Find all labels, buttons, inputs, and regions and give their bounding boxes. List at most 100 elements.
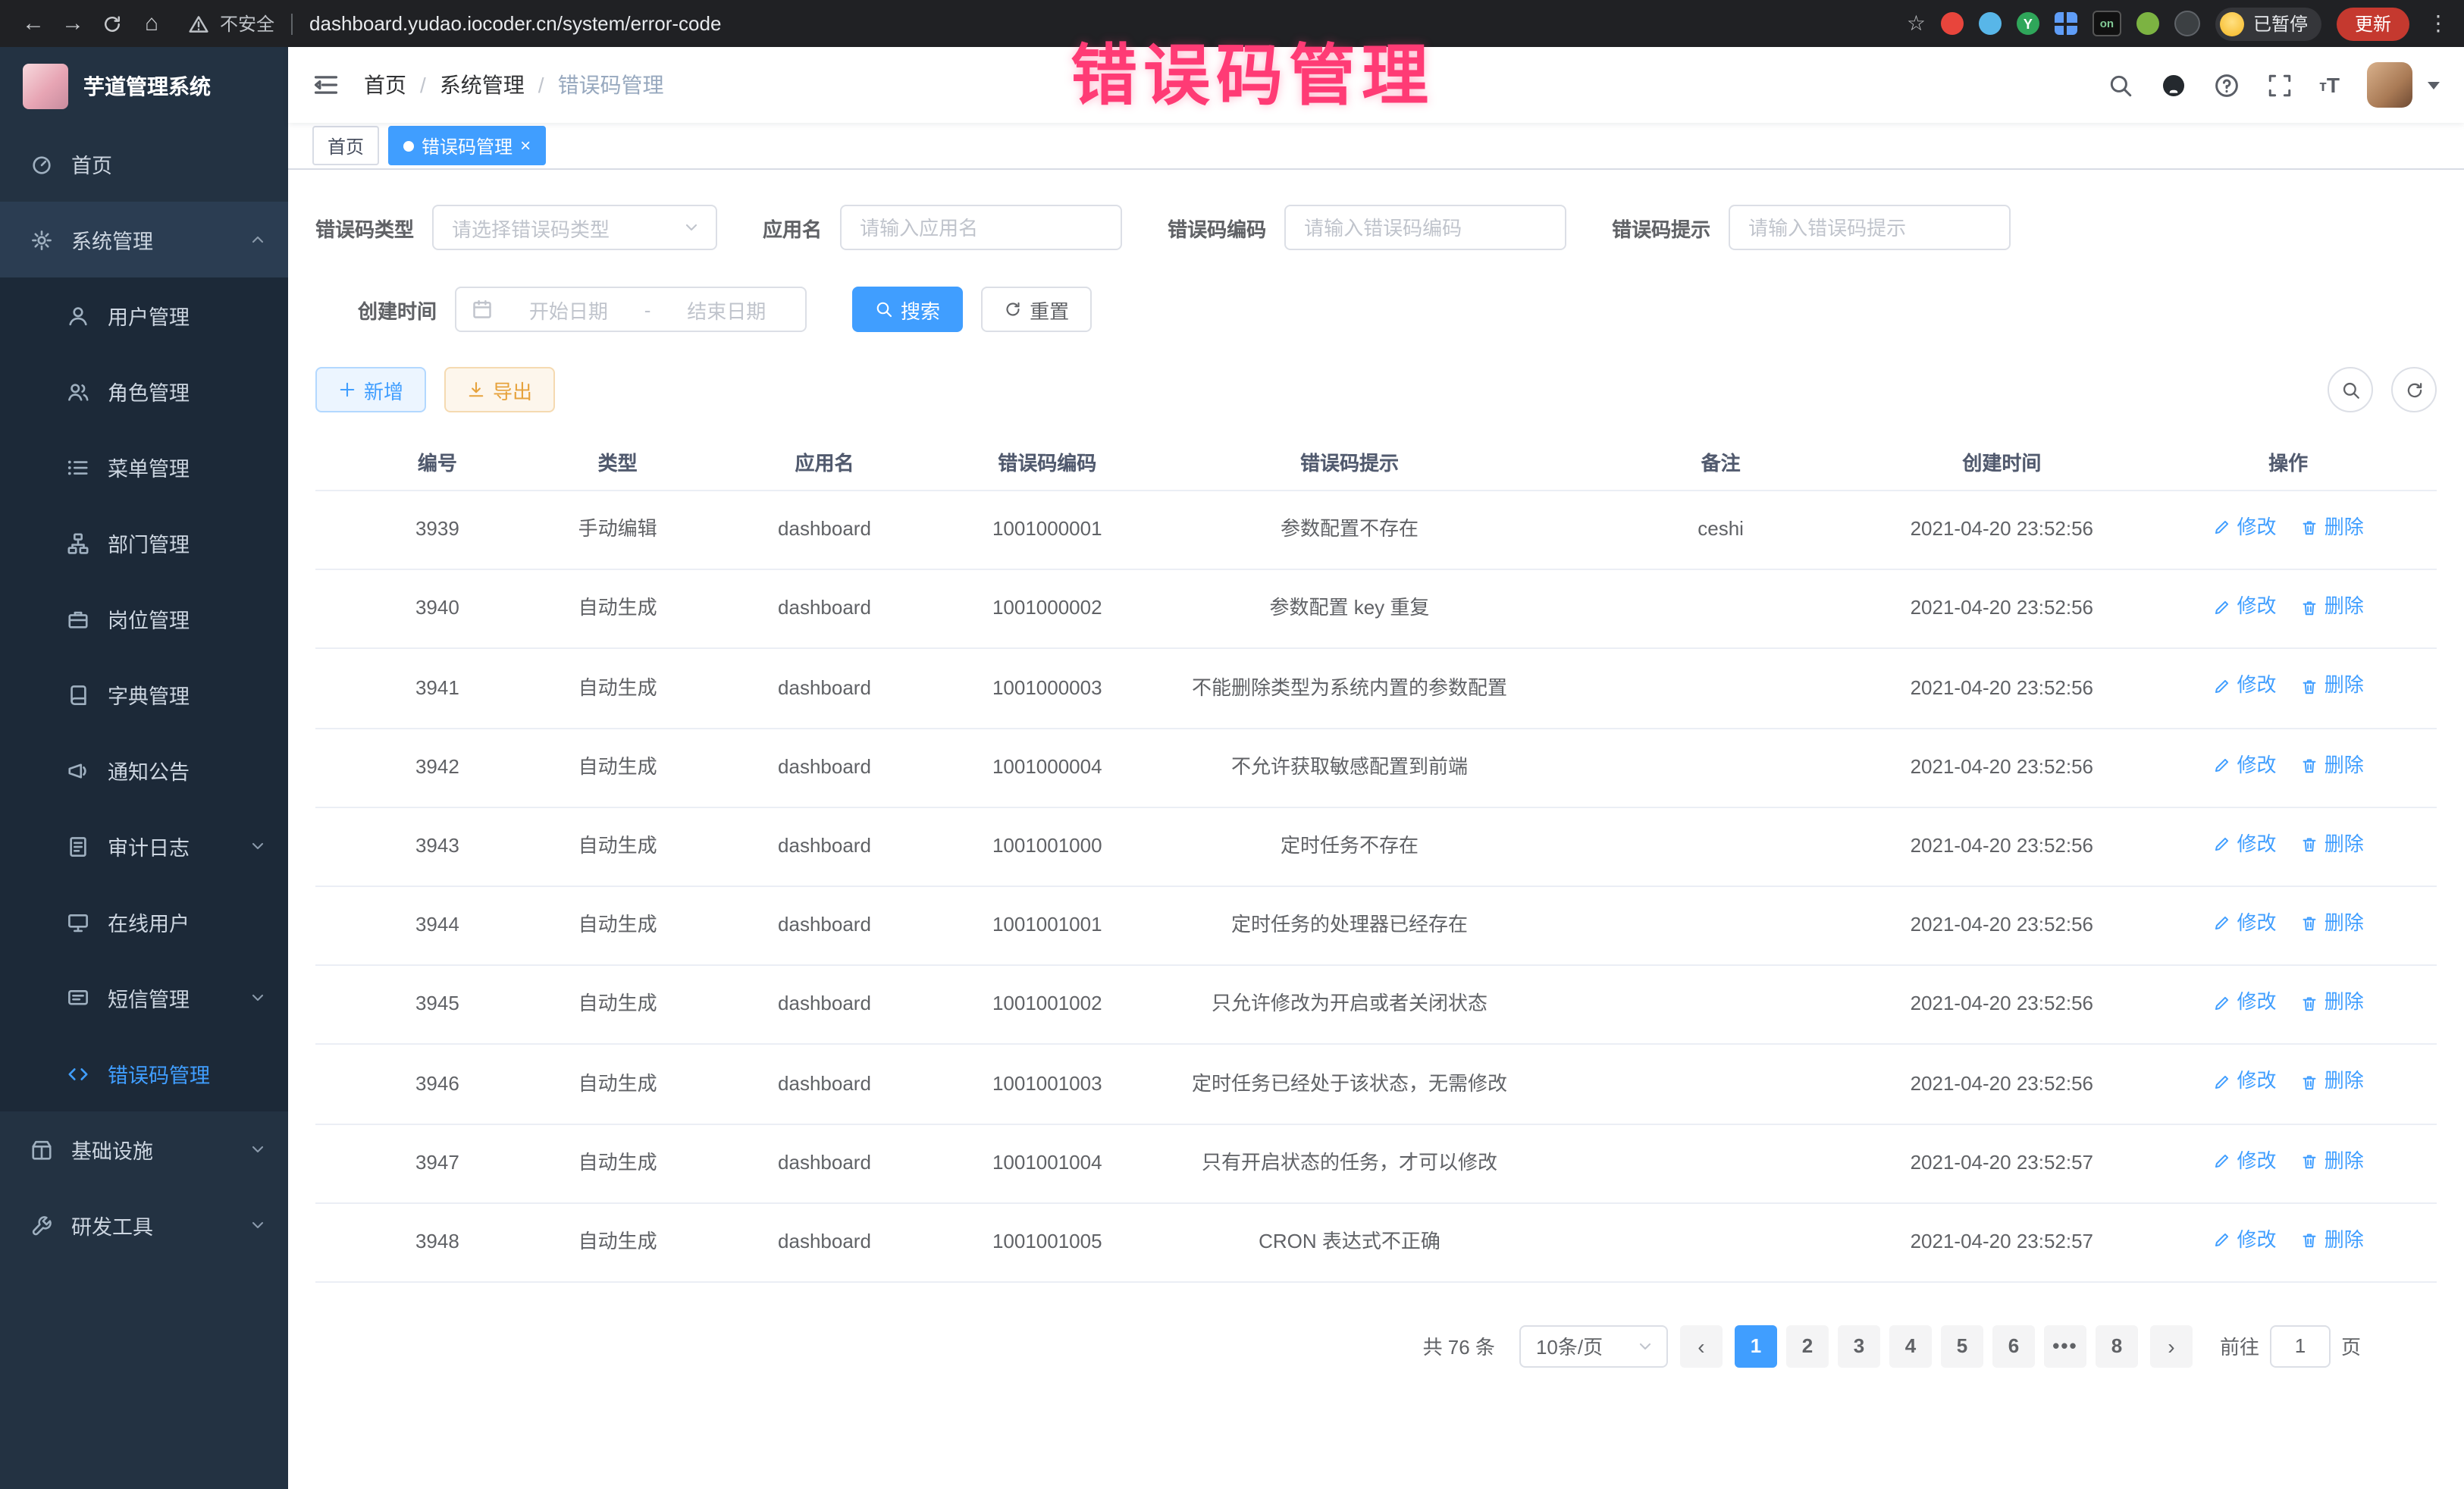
- pager-next-button[interactable]: ›: [2150, 1325, 2193, 1368]
- date-end-placeholder: 结束日期: [663, 295, 790, 324]
- sidebar-item-infrastructure[interactable]: 基础设施: [0, 1111, 288, 1187]
- pager-page-8[interactable]: 8: [2096, 1325, 2138, 1368]
- sidebar-item-user-mgmt[interactable]: 用户管理: [0, 277, 288, 353]
- sidebar-item-system-mgmt[interactable]: 系统管理: [0, 202, 288, 277]
- user-avatar[interactable]: [2367, 62, 2412, 108]
- error-type-select[interactable]: 请选择错误码类型: [432, 205, 717, 250]
- pager-page-2[interactable]: 2: [1786, 1325, 1829, 1368]
- edit-button[interactable]: 修改: [2212, 591, 2276, 623]
- search-icon[interactable]: [2107, 72, 2133, 98]
- sidebar-item-dev-tools[interactable]: 研发工具: [0, 1187, 288, 1263]
- error-code-input[interactable]: [1284, 205, 1566, 250]
- wrench-icon: [30, 1214, 53, 1237]
- export-button[interactable]: 导出: [444, 367, 555, 412]
- sidebar-item-audit-log[interactable]: 审计日志: [0, 808, 288, 884]
- pager-page-1[interactable]: 1: [1735, 1325, 1777, 1368]
- delete-button[interactable]: 删除: [2300, 750, 2364, 782]
- sidebar-item-error-code-mgmt[interactable]: 错误码管理: [0, 1036, 288, 1111]
- forward-icon[interactable]: →: [55, 5, 91, 42]
- pager-page-5[interactable]: 5: [1941, 1325, 1983, 1368]
- delete-button[interactable]: 删除: [2300, 829, 2364, 861]
- breadcrumb-system-mgmt[interactable]: 系统管理: [440, 70, 525, 100]
- delete-link-label: 删除: [2324, 987, 2364, 1019]
- goto-page-input[interactable]: [2270, 1325, 2331, 1368]
- delete-button[interactable]: 删除: [2300, 1067, 2364, 1099]
- extensions-puzzle-icon[interactable]: [2174, 11, 2200, 36]
- avatar-caret-icon[interactable]: [2428, 81, 2440, 89]
- pager-page-6[interactable]: 6: [1992, 1325, 2035, 1368]
- error-hint-input[interactable]: [1729, 205, 2011, 250]
- github-icon[interactable]: [2160, 72, 2186, 98]
- sidebar-item-home[interactable]: 首页: [0, 126, 288, 202]
- reload-icon[interactable]: [94, 5, 130, 42]
- app-name-input[interactable]: [840, 205, 1122, 250]
- delete-button[interactable]: 删除: [2300, 908, 2364, 940]
- sidebar-item-menu-mgmt[interactable]: 菜单管理: [0, 429, 288, 505]
- delete-button[interactable]: 删除: [2300, 591, 2364, 623]
- tag-home[interactable]: 首页: [312, 126, 379, 165]
- sidebar-item-post-mgmt[interactable]: 岗位管理: [0, 581, 288, 657]
- cell-message: 不允许获取敏感配置到前端: [1121, 728, 1578, 807]
- delete-button[interactable]: 删除: [2300, 1146, 2364, 1177]
- cell-id: 3940: [315, 569, 560, 648]
- page-size-select[interactable]: 10条/页: [1519, 1325, 1668, 1368]
- show-search-icon-button[interactable]: [2328, 367, 2373, 412]
- home-icon[interactable]: ⌂: [133, 5, 170, 42]
- reset-button[interactable]: 重置: [981, 287, 1092, 332]
- extension-paw-icon[interactable]: [2136, 12, 2159, 35]
- edit-button[interactable]: 修改: [2212, 1067, 2276, 1099]
- delete-button[interactable]: 删除: [2300, 513, 2364, 544]
- edit-button[interactable]: 修改: [2212, 1224, 2276, 1256]
- tag-close-icon[interactable]: ×: [520, 136, 531, 155]
- extension-blue-icon[interactable]: [1979, 12, 2002, 35]
- edit-button[interactable]: 修改: [2212, 513, 2276, 544]
- sidebar-item-dept-mgmt[interactable]: 部门管理: [0, 505, 288, 581]
- search-button[interactable]: 搜索: [852, 287, 963, 332]
- cell-remark: [1578, 1124, 1864, 1202]
- sidebar-logo-row[interactable]: 芋道管理系统: [0, 47, 288, 126]
- sidebar-item-label: 角色管理: [108, 376, 267, 406]
- pager-page-4[interactable]: 4: [1889, 1325, 1932, 1368]
- edit-button[interactable]: 修改: [2212, 750, 2276, 782]
- font-size-icon[interactable]: тT: [2319, 74, 2340, 96]
- pager-page-3[interactable]: 3: [1838, 1325, 1880, 1368]
- fullscreen-icon[interactable]: [2266, 72, 2292, 98]
- address-bar[interactable]: 不安全 dashboard.yudao.iocoder.cn/system/er…: [188, 11, 721, 36]
- delete-button[interactable]: 删除: [2300, 1224, 2364, 1256]
- hamburger-icon[interactable]: [312, 71, 340, 99]
- bookmark-star-icon[interactable]: ☆: [1907, 11, 1926, 36]
- back-icon[interactable]: ←: [15, 5, 52, 42]
- sidebar-item-sms-mgmt[interactable]: 短信管理: [0, 960, 288, 1036]
- help-icon[interactable]: [2213, 72, 2239, 98]
- extension-red-icon[interactable]: [1941, 12, 1964, 35]
- add-button[interactable]: 新增: [315, 367, 426, 412]
- profile-chip[interactable]: 已暂停: [2215, 7, 2321, 40]
- cell-app: dashboard: [676, 649, 973, 728]
- extension-grid-icon[interactable]: [2055, 12, 2077, 35]
- pager-ellipsis[interactable]: •••: [2044, 1325, 2086, 1368]
- delete-button[interactable]: 删除: [2300, 671, 2364, 703]
- monitor-icon: [67, 911, 89, 933]
- edit-button[interactable]: 修改: [2212, 671, 2276, 703]
- sidebar-item-dict-mgmt[interactable]: 字典管理: [0, 657, 288, 732]
- edit-button[interactable]: 修改: [2212, 829, 2276, 861]
- refresh-icon-button[interactable]: [2391, 367, 2437, 412]
- sidebar-item-role-mgmt[interactable]: 角色管理: [0, 353, 288, 429]
- extension-on-badge[interactable]: on: [2093, 11, 2121, 36]
- delete-button[interactable]: 删除: [2300, 987, 2364, 1019]
- date-range-picker[interactable]: 开始日期 - 结束日期: [455, 287, 807, 332]
- edit-button[interactable]: 修改: [2212, 1146, 2276, 1177]
- sidebar-item-online-users[interactable]: 在线用户: [0, 884, 288, 960]
- sidebar-item-notice[interactable]: 通知公告: [0, 732, 288, 808]
- pager-prev-button[interactable]: ‹: [1680, 1325, 1723, 1368]
- url-text[interactable]: dashboard.yudao.iocoder.cn/system/error-…: [309, 12, 721, 35]
- edit-button[interactable]: 修改: [2212, 908, 2276, 940]
- extension-green-icon[interactable]: Y: [2017, 12, 2039, 35]
- browser-menu-icon[interactable]: ⋮: [2428, 11, 2449, 36]
- breadcrumb-home[interactable]: 首页: [364, 70, 406, 100]
- sidebar-item-label: 菜单管理: [108, 452, 267, 482]
- tag-error-code-mgmt[interactable]: 错误码管理 ×: [388, 126, 546, 165]
- browser-update-button[interactable]: 更新: [2337, 7, 2409, 40]
- cell-app: dashboard: [676, 491, 973, 569]
- edit-button[interactable]: 修改: [2212, 987, 2276, 1019]
